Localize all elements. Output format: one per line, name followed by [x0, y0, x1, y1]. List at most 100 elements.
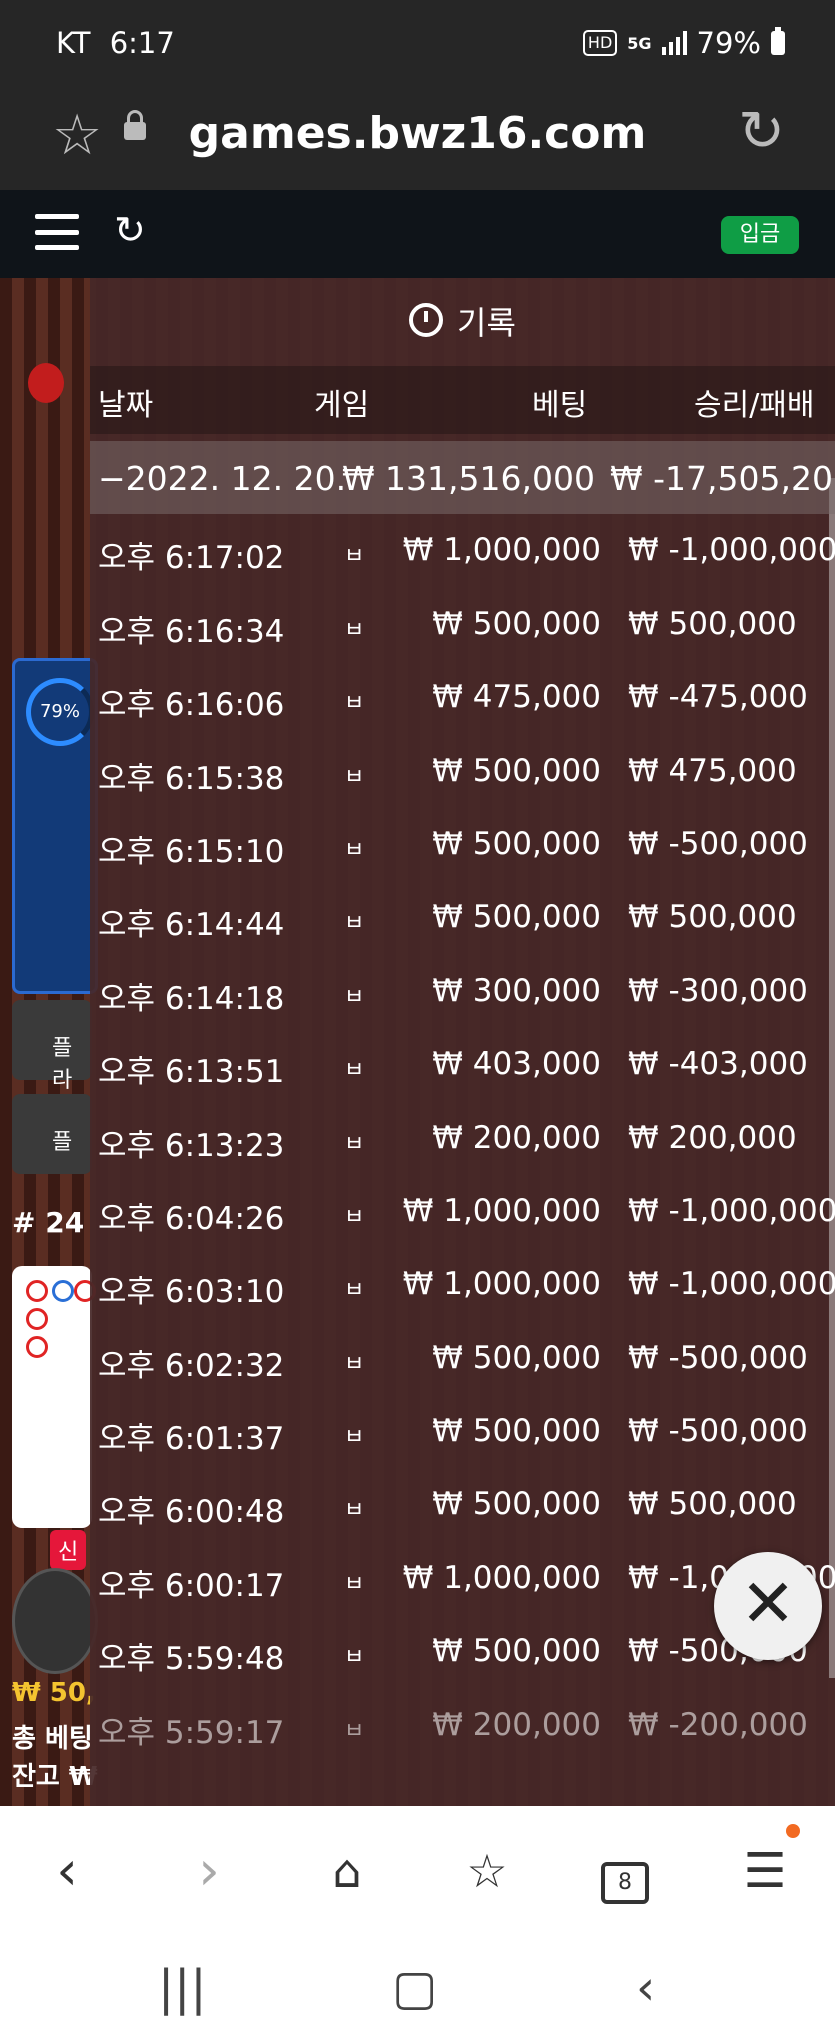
- row-game: ㅂ: [344, 764, 365, 790]
- table-header: 날짜 게임 베팅 승리/패배: [90, 366, 835, 434]
- row-game: ㅂ: [344, 544, 365, 570]
- row-time: 오후 6:01:37: [98, 1421, 285, 1458]
- row-bet: ₩ 300,000: [432, 972, 601, 1009]
- road-map: [12, 1266, 96, 1528]
- row-game: ㅂ: [344, 1131, 365, 1157]
- table-row[interactable]: 오후 6:17:02 ㅂ ₩ 1,000,000 ₩ -1,000,000: [90, 514, 835, 587]
- system-nav-bar: ||| ▢ ‹: [0, 1938, 835, 2042]
- row-bet: ₩ 403,000: [432, 1046, 601, 1083]
- site-header: ↻ 입금: [0, 190, 835, 278]
- bookmarks-icon[interactable]: ☆: [452, 1836, 522, 1906]
- refresh-icon[interactable]: ↻: [114, 208, 146, 252]
- row-time: 오후 6:00:48: [98, 1494, 285, 1531]
- summary-bet: ₩ 131,516,000: [341, 459, 595, 498]
- row-bet: ₩ 500,000: [432, 752, 601, 789]
- row-game: ㅂ: [344, 1718, 365, 1744]
- table-row[interactable]: 오후 6:04:26 ㅂ ₩ 1,000,000 ₩ -1,000,000: [90, 1175, 835, 1248]
- column-date: 날짜: [98, 388, 154, 423]
- recent-apps-icon[interactable]: |||: [158, 1958, 207, 2018]
- row-bet: ₩ 500,000: [432, 1413, 601, 1450]
- table-row[interactable]: 오후 6:02:32 ㅂ ₩ 500,000 ₩ -500,000: [90, 1322, 835, 1395]
- table-row[interactable]: 오후 5:59:17 ㅂ ₩ 200,000 ₩ -200,000: [90, 1689, 835, 1762]
- row-bet: ₩ 500,000: [432, 1486, 601, 1523]
- battery-icon: [771, 27, 785, 55]
- table-row[interactable]: 오후 6:16:34 ㅂ ₩ 500,000 ₩ 500,000: [90, 588, 835, 661]
- deposit-button[interactable]: 입금: [721, 216, 799, 254]
- row-bet: ₩ 475,000: [432, 679, 601, 716]
- reload-icon[interactable]: ↻: [738, 104, 785, 160]
- table-row[interactable]: 오후 6:14:18 ㅂ ₩ 300,000 ₩ -300,000: [90, 955, 835, 1028]
- menu-icon[interactable]: ☰: [730, 1836, 800, 1906]
- row-time: 오후 6:03:10: [98, 1274, 285, 1311]
- summary-result: ₩ -17,505,200: [610, 459, 835, 498]
- row-time: 오후 6:02:32: [98, 1347, 285, 1384]
- total-bet-label: 총 베팅: [12, 1724, 93, 1754]
- new-badge: 신: [50, 1530, 87, 1570]
- row-result: ₩ 475,000: [628, 752, 797, 789]
- battery-percent: 79%: [696, 26, 761, 60]
- row-result: ₩ -200,000: [628, 1706, 808, 1743]
- row-result: ₩ -500,000: [628, 1339, 808, 1376]
- row-time: 오후 6:13:23: [98, 1127, 285, 1164]
- table-row[interactable]: 오후 6:15:10 ㅂ ₩ 500,000 ₩ -500,000: [90, 808, 835, 881]
- table-row[interactable]: 오후 6:01:37 ㅂ ₩ 500,000 ₩ -500,000: [90, 1395, 835, 1468]
- round-number: # 24: [12, 1206, 85, 1239]
- road-dot: [52, 1280, 74, 1302]
- row-result: ₩ -500,000: [628, 825, 808, 862]
- row-game: ㅂ: [344, 837, 365, 863]
- row-time: 오후 6:16:06: [98, 687, 285, 724]
- row-time: 오후 6:00:17: [98, 1567, 285, 1604]
- progress-ring: 79%: [26, 678, 94, 746]
- row-bet: ₩ 500,000: [432, 1339, 601, 1376]
- road-dot: [26, 1280, 48, 1302]
- row-time: 오후 6:04:26: [98, 1200, 285, 1237]
- chip-button[interactable]: [12, 1568, 98, 1674]
- column-game: 게임: [314, 388, 370, 423]
- lantern-decoration: [28, 363, 64, 403]
- row-bet: ₩ 1,000,000: [402, 532, 601, 569]
- table-row[interactable]: 오후 6:14:44 ㅂ ₩ 500,000 ₩ 500,000: [90, 881, 835, 954]
- history-title-text: 기록: [457, 304, 516, 342]
- system-back-icon[interactable]: ‹: [636, 1958, 655, 2018]
- row-game: ㅂ: [344, 1498, 365, 1524]
- browser-toolbar: ‹ › ⌂ ☆ 8 ☰: [0, 1806, 835, 1938]
- url-text[interactable]: games.bwz16.com: [0, 108, 835, 159]
- signal-icon: [661, 31, 687, 55]
- side-button-2[interactable]: 플: [12, 1094, 92, 1174]
- table-row[interactable]: 오후 6:13:23 ㅂ ₩ 200,000 ₩ 200,000: [90, 1102, 835, 1175]
- row-result: ₩ 500,000: [628, 899, 797, 936]
- row-game: ㅂ: [344, 1278, 365, 1304]
- tab-count: 8: [601, 1862, 649, 1904]
- home-button-icon[interactable]: ▢: [392, 1958, 437, 2018]
- date-summary-row[interactable]: −2022. 12. 20. ₩ 131,516,000 ₩ -17,505,2…: [90, 441, 835, 515]
- row-game: ㅂ: [344, 1204, 365, 1230]
- row-bet: ₩ 500,000: [432, 605, 601, 642]
- status-carrier-time: KT 6:17: [56, 26, 175, 60]
- clock: 6:17: [109, 26, 175, 60]
- table-row[interactable]: 오후 6:13:51 ㅂ ₩ 403,000 ₩ -403,000: [90, 1028, 835, 1101]
- row-result: ₩ 500,000: [628, 1486, 797, 1523]
- close-icon[interactable]: ✕: [714, 1552, 822, 1660]
- row-game: ㅂ: [344, 1058, 365, 1084]
- table-row[interactable]: 오후 6:03:10 ㅂ ₩ 1,000,000 ₩ -1,000,000: [90, 1248, 835, 1321]
- side-button-1[interactable]: 플라: [12, 1000, 92, 1093]
- home-icon[interactable]: ⌂: [312, 1836, 382, 1906]
- table-row[interactable]: 오후 6:00:48 ㅂ ₩ 500,000 ₩ 500,000: [90, 1468, 835, 1541]
- back-icon[interactable]: ‹: [32, 1836, 102, 1906]
- row-game: ㅂ: [344, 691, 365, 717]
- bet-amount: ₩ 50,: [12, 1678, 96, 1708]
- row-game: ㅂ: [344, 1425, 365, 1451]
- row-game: ㅂ: [344, 1571, 365, 1597]
- row-game: ㅂ: [344, 1351, 365, 1377]
- hamburger-menu-icon[interactable]: [35, 214, 79, 250]
- row-result: ₩ -1,000,000: [628, 532, 835, 569]
- tabs-icon[interactable]: 8: [590, 1836, 660, 1906]
- row-bet: ₩ 500,000: [432, 825, 601, 862]
- road-dot: [26, 1308, 48, 1330]
- forward-icon[interactable]: ›: [174, 1836, 244, 1906]
- row-game: ㅂ: [344, 1645, 365, 1671]
- table-row[interactable]: 오후 6:16:06 ㅂ ₩ 475,000 ₩ -475,000: [90, 661, 835, 734]
- column-result: 승리/패배: [694, 388, 815, 423]
- table-row[interactable]: 오후 6:15:38 ㅂ ₩ 500,000 ₩ 475,000: [90, 735, 835, 808]
- row-time: 오후 6:16:34: [98, 613, 285, 650]
